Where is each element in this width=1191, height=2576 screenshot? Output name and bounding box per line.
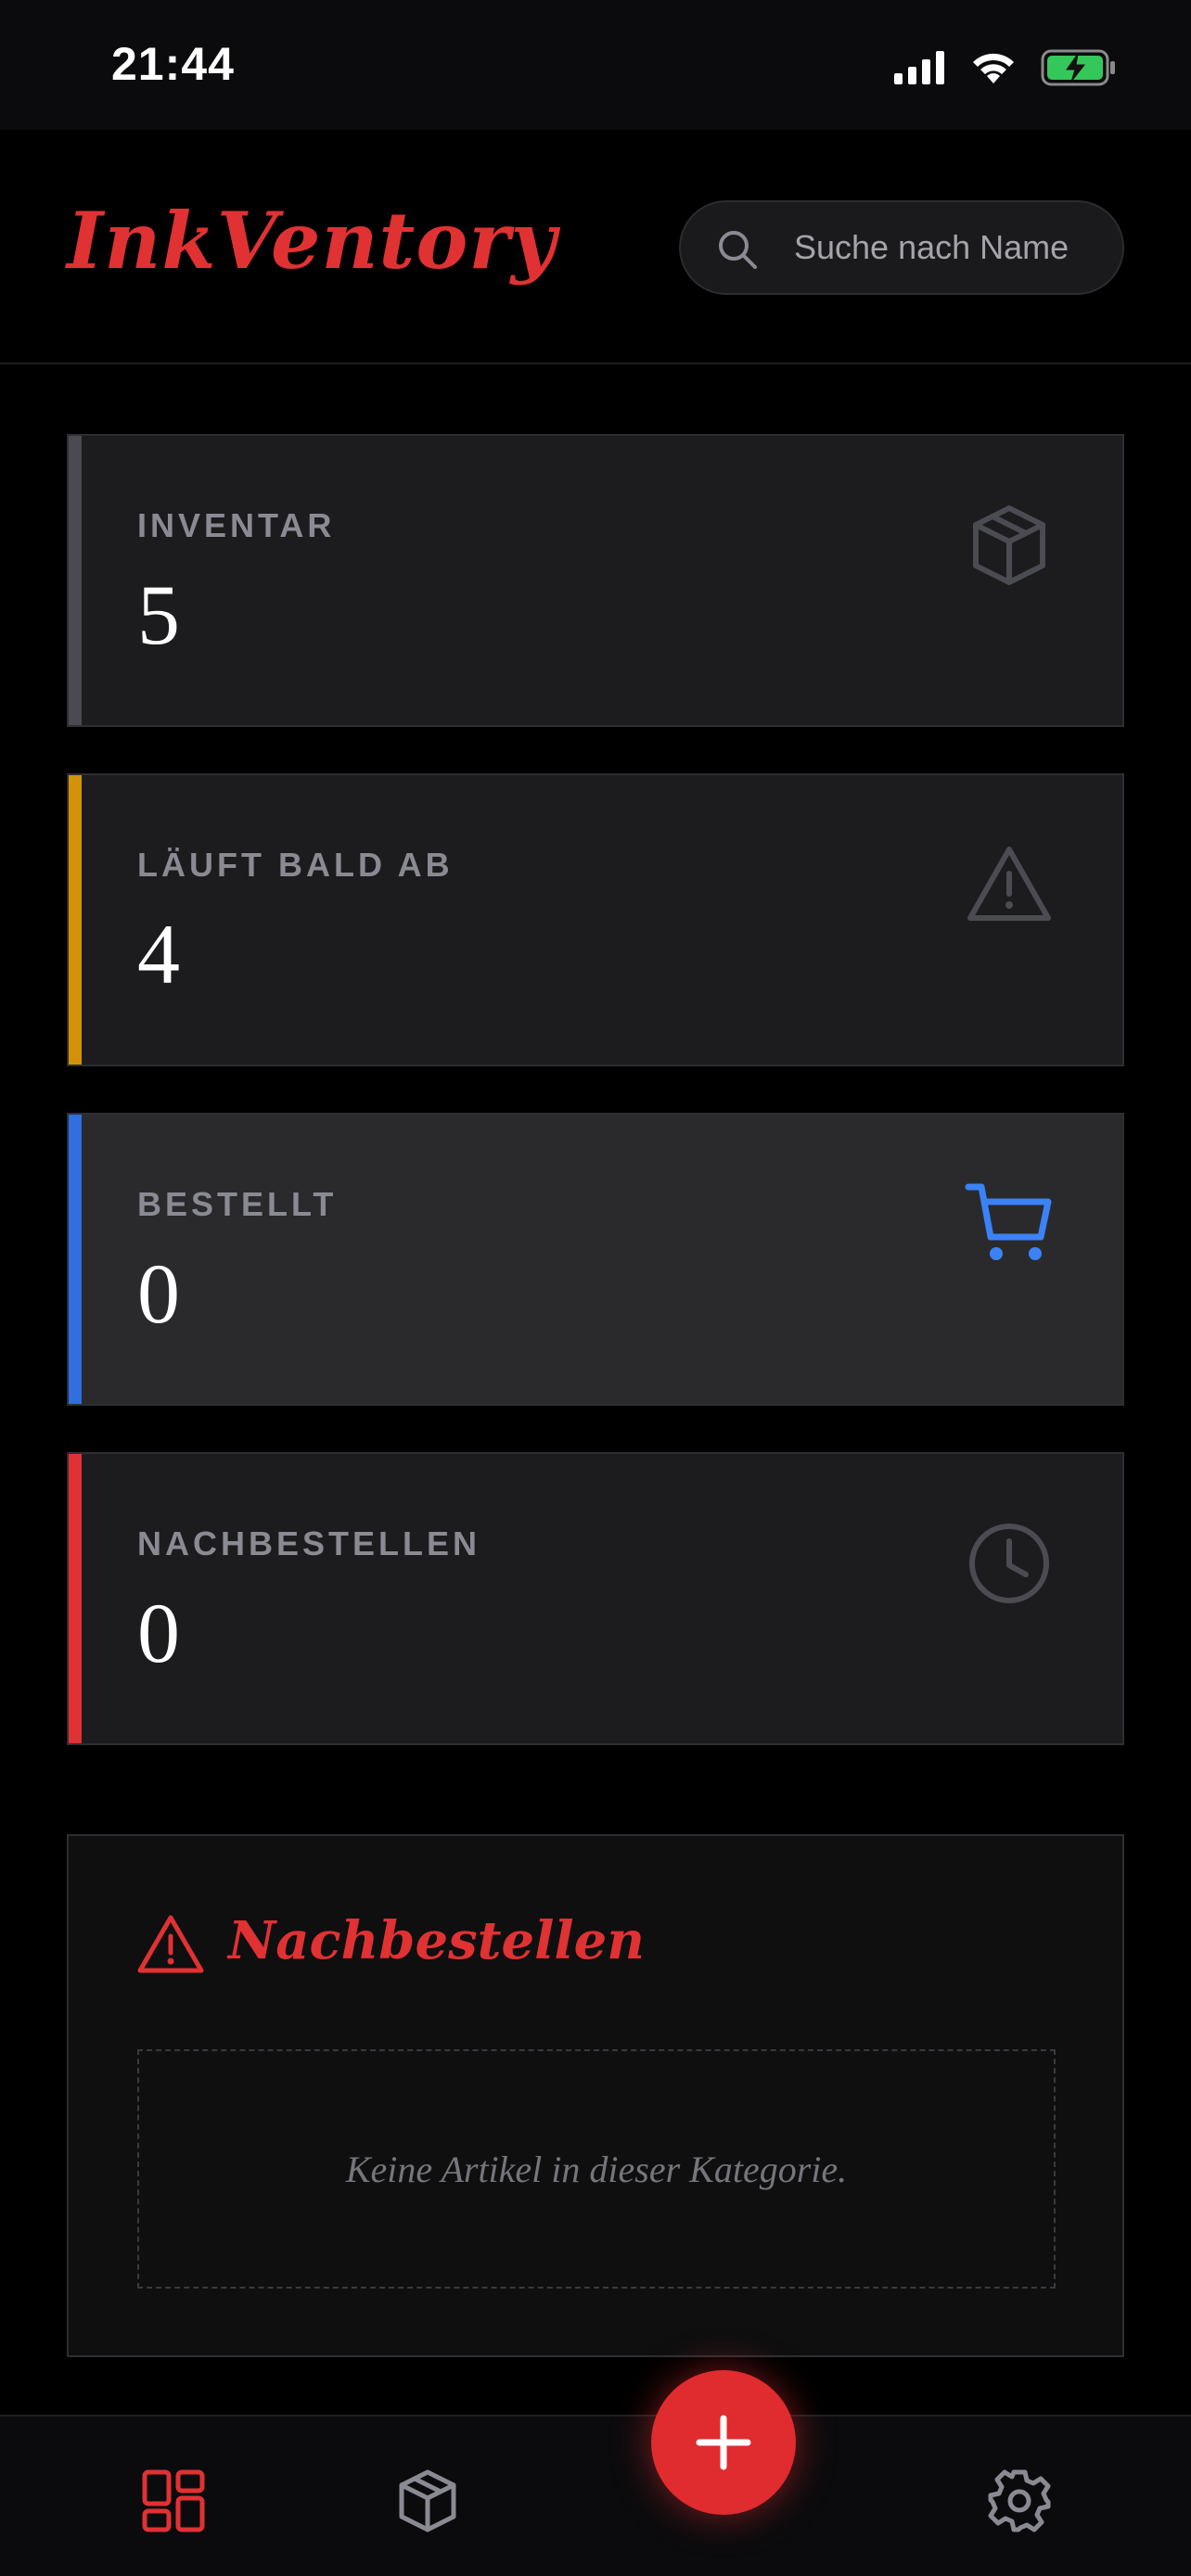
empty-state: Keine Artikel in dieser Kategorie. [137, 2049, 1056, 2289]
stat-label: NACHBESTELLEN [137, 1524, 481, 1562]
warning-icon [137, 1915, 204, 1973]
box-icon [973, 505, 1045, 585]
reorder-panel: Nachbestellen Keine Artikel in dieser Ka… [67, 1834, 1124, 2357]
card-accent-bar [69, 775, 82, 1065]
wifi-icon [973, 53, 1014, 83]
search-bar[interactable] [679, 200, 1124, 295]
card-accent-bar [69, 1454, 82, 1743]
settings-icon[interactable] [987, 2468, 1052, 2533]
stat-value: 4 [137, 907, 180, 1001]
stat-label: BESTELLT [137, 1185, 338, 1223]
inventory-box-icon[interactable] [395, 2468, 460, 2533]
bottom-nav [0, 2415, 1191, 2576]
status-bar: 21:44 [0, 0, 1191, 130]
plus-icon [696, 2415, 751, 2470]
cart-icon [965, 1183, 1052, 1260]
signal-icon [894, 51, 944, 84]
battery-charging-icon [1041, 49, 1115, 86]
empty-state-text: Keine Artikel in dieser Kategorie. [345, 2148, 848, 2190]
stat-card-expiring[interactable]: LÄUFT BALD AB 4 [67, 773, 1124, 1066]
stat-card-reorder[interactable]: NACHBESTELLEN 0 [67, 1452, 1124, 1745]
app-title: InkVentory [67, 195, 557, 287]
status-icons [894, 46, 1117, 89]
stat-label: LÄUFT BALD AB [137, 846, 454, 884]
app-header: InkVentory [0, 130, 1191, 364]
card-accent-bar [69, 436, 82, 725]
stat-value: 5 [137, 567, 180, 662]
screen: 21:44 InkVentory Suche nach Name INVENTA… [0, 0, 1191, 2576]
stat-card-inventar[interactable]: INVENTAR 5 [67, 434, 1124, 727]
dashboard-icon[interactable] [141, 2468, 206, 2533]
status-time: 21:44 [111, 38, 235, 90]
stat-card-ordered[interactable]: BESTELLT 0 [67, 1113, 1124, 1406]
add-item-button[interactable] [651, 2370, 796, 2515]
warning-icon [967, 847, 1051, 921]
panel-title: Nachbestellen [228, 1910, 645, 1971]
stat-label: INVENTAR [137, 506, 336, 544]
search-input[interactable] [794, 202, 1109, 293]
stat-value: 0 [137, 1586, 180, 1680]
stat-value: 0 [137, 1246, 180, 1341]
card-accent-bar [69, 1115, 82, 1404]
search-icon [719, 231, 757, 269]
clock-icon [969, 1524, 1049, 1603]
